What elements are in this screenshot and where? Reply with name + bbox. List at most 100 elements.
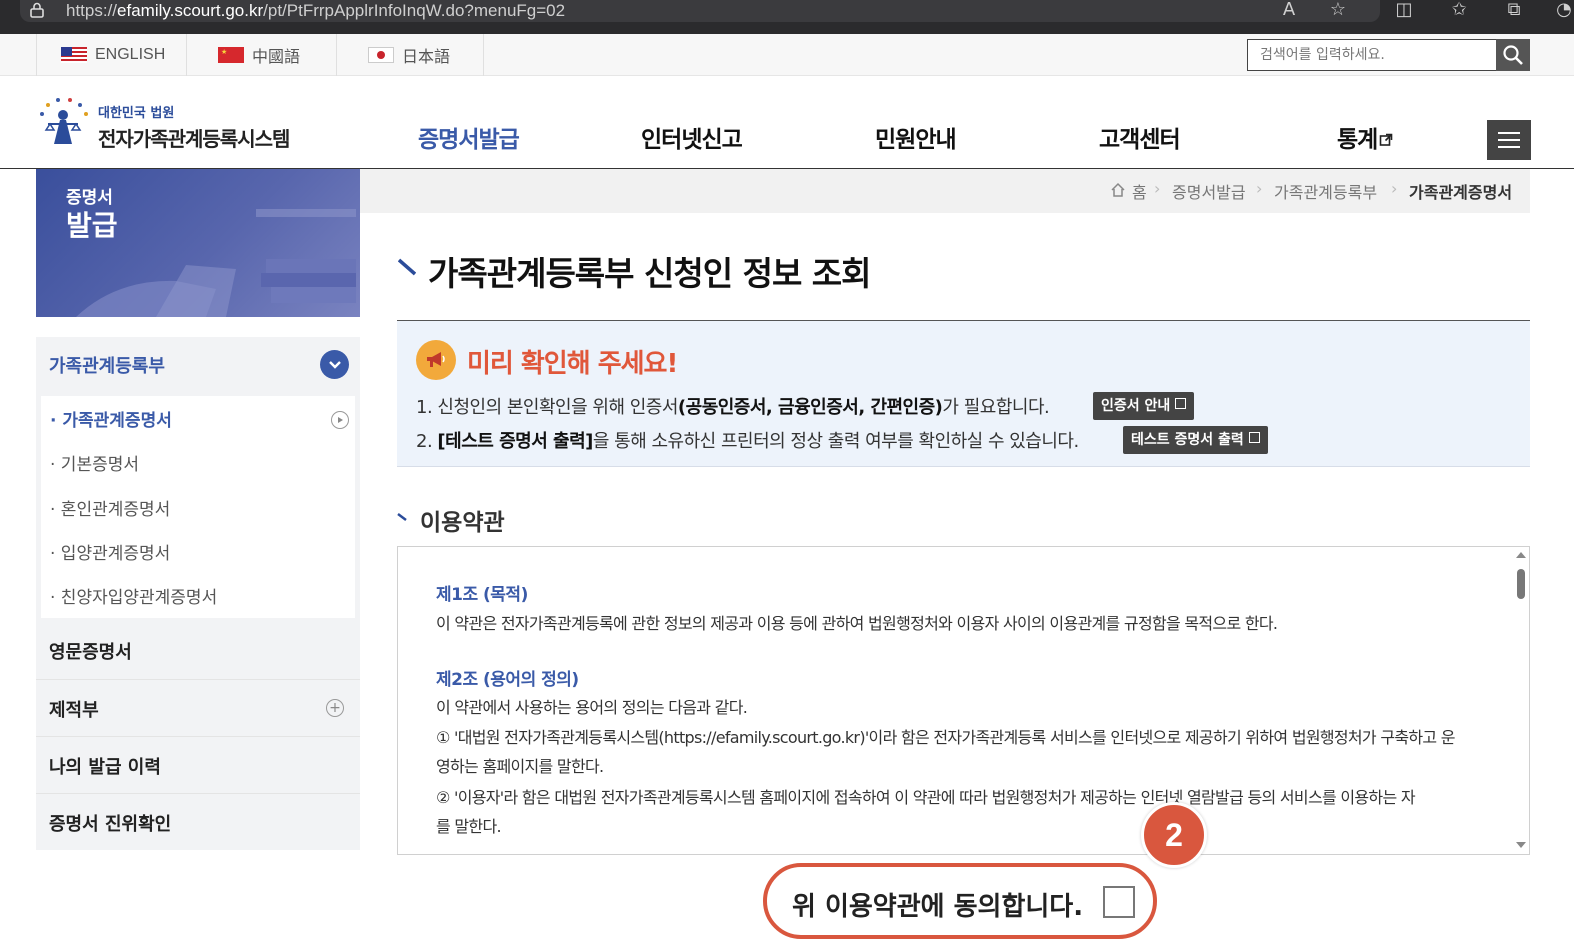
sidebar-row-label: 나의 발급 이력: [49, 757, 161, 778]
page-title: 가족관계등록부 신청인 정보 조회: [428, 254, 872, 293]
nav-certificate-issue[interactable]: 증명서발급: [418, 120, 520, 154]
banner-line2: 발급: [66, 209, 118, 242]
notice-line-2: 2. [테스트 증명서 출력]을 통해 소유하신 프린터의 정상 출력 여부를 …: [416, 427, 1079, 453]
external-link-icon: [1248, 432, 1260, 443]
banner-title: 증명서 발급: [66, 187, 118, 243]
breadcrumb-current: 가족관계증명서: [1409, 183, 1513, 202]
chevron-right-icon: ›: [1391, 179, 1398, 198]
lang-english[interactable]: ENGLISH: [36, 34, 187, 76]
search-icon: [1503, 45, 1523, 65]
play-circle-icon: [331, 411, 349, 429]
nav-customer-center[interactable]: 고객센터: [1099, 120, 1181, 154]
terms-article-2-item2-cont: 를 말한다.: [436, 817, 502, 836]
sidebar-submenu: · 가족관계증명서 · 기본증명서 · 혼인관계증명서 · 입양관계증명서 · …: [41, 396, 355, 618]
sidebar-row-label: 증명서 진위확인: [49, 814, 172, 835]
url-text[interactable]: https://efamily.scourt.go.kr/pt/PtFrrpAp…: [66, 1, 565, 21]
sidebar-group-label: 가족관계등록부: [49, 356, 165, 377]
breadcrumb-certificate[interactable]: 증명서발급: [1172, 179, 1246, 203]
home-icon[interactable]: [1110, 182, 1126, 198]
browser-toolbar: https://efamily.scourt.go.kr/pt/PtFrrpAp…: [0, 0, 1574, 34]
read-aloud-icon[interactable]: A: [1277, 0, 1301, 22]
split-screen-icon[interactable]: ◫: [1392, 0, 1416, 22]
url-prefix: https://: [66, 1, 118, 20]
external-link-icon: [1175, 398, 1187, 409]
plus-circle-icon[interactable]: +: [326, 699, 344, 717]
nav-statistics-label: 통계: [1337, 127, 1378, 153]
logo-subtitle: 대한민국 법원: [98, 106, 175, 121]
lang-label: 中國語: [252, 49, 301, 66]
terms-article-1-heading: 제1조 (목적): [436, 585, 528, 605]
search-input[interactable]: 검색어를 입력하세요.: [1247, 39, 1497, 71]
banner-line1: 증명서: [66, 188, 113, 208]
scroll-up-icon[interactable]: [1515, 551, 1527, 559]
url-path: /pt/PtFrrpApplrInfoInqW.do?menuFg=02: [263, 1, 566, 20]
sidebar-row-label: 영문증명서: [49, 642, 132, 663]
collections-icon[interactable]: ⧉: [1502, 0, 1526, 22]
sidebar-item-full-adoption-cert[interactable]: · 친양자입양관계증명서: [50, 583, 217, 608]
utility-bar: ENGLISH ★ 中國語 日本語 검색어를 입력하세요.: [0, 34, 1574, 76]
cert-guide-button[interactable]: 인증서 안내: [1093, 392, 1195, 420]
sidebar-item-english-cert[interactable]: 영문증명서: [36, 622, 360, 678]
terms-article-2-item2: ② '이용자'라 함은 대법원 전자가족관계등록시스템 홈페이지에 접속하여 이…: [436, 788, 1416, 807]
search-button[interactable]: [1496, 39, 1530, 71]
nav-internet-report[interactable]: 인터넷신고: [641, 120, 743, 154]
agree-checkbox[interactable]: [1103, 886, 1135, 918]
sidebar-item-basic-cert[interactable]: · 기본증명서: [50, 450, 139, 475]
terms-article-2-heading: 제2조 (용어의 정의): [436, 670, 579, 690]
section-mark-icon: [397, 513, 407, 521]
terms-article-2-body: 이 약관에서 사용하는 용어의 정의는 다음과 같다.: [436, 698, 748, 717]
chevron-right-icon: ›: [1256, 179, 1263, 198]
scroll-thumb[interactable]: [1517, 569, 1525, 599]
lang-japanese[interactable]: 日本語: [337, 34, 484, 76]
sidebar-banner: 증명서 발급: [36, 169, 360, 317]
china-flag-icon: ★: [218, 47, 244, 63]
notice-emphasis: (공동인증서, 금융인증서, 간편인증): [677, 397, 943, 418]
sidebar-menu: 가족관계등록부 · 가족관계증명서 · 기본증명서 · 혼인관계증명서 · 입양…: [36, 337, 360, 850]
notice-text: 을 통해 소유하신 프린터의 정상 출력 여부를 확인하실 수 있습니다.: [592, 431, 1079, 452]
terms-title: 이용약관: [420, 510, 505, 536]
terms-scroll-box[interactable]: 제1조 (목적) 이 약관은 전자가족관계등록에 관한 정보의 제공과 이용 등…: [397, 546, 1530, 855]
us-flag-icon: [61, 47, 87, 63]
agree-label: 위 이용약관에 동의합니다.: [792, 892, 1084, 922]
nav-statistics[interactable]: 통계: [1337, 120, 1393, 154]
terms-scrollbar[interactable]: [1512, 547, 1529, 854]
sidebar-item-issue-history[interactable]: 나의 발급 이력: [36, 736, 360, 792]
lock-icon: [30, 2, 44, 18]
logo-title: 전자가족관계등록시스템: [98, 127, 290, 151]
test-print-button[interactable]: 테스트 증명서 출력: [1123, 426, 1268, 454]
external-link-icon: [1380, 133, 1393, 146]
terms-article-1-body: 이 약관은 전자가족관계등록에 관한 정보의 제공과 이용 등에 관하여 법원행…: [436, 614, 1278, 633]
notice-emphasis: [테스트 증명서 출력]: [437, 431, 593, 452]
notice-text: 가 필요합니다.: [942, 397, 1050, 418]
chevron-down-icon[interactable]: [320, 350, 349, 379]
chevron-right-icon: ›: [1154, 179, 1161, 198]
url-domain: efamily.scourt.go.kr: [117, 1, 264, 20]
hamburger-menu-button[interactable]: [1487, 120, 1531, 160]
profile-icon[interactable]: ◔: [1552, 0, 1574, 22]
court-logo-icon: [40, 98, 88, 144]
site-header: 대한민국 법원 전자가족관계등록시스템 증명서발급 인터넷신고 민원안내 고객센…: [0, 76, 1574, 169]
breadcrumb-family-register[interactable]: 가족관계등록부: [1274, 179, 1377, 203]
sidebar-item-marriage-cert[interactable]: · 혼인관계증명서: [50, 495, 170, 520]
sidebar-group-family-register[interactable]: 가족관계등록부: [36, 337, 360, 393]
terms-agree-control[interactable]: 위 이용약관에 동의합니다.: [763, 863, 1157, 939]
nav-civil-guide[interactable]: 민원안내: [875, 120, 957, 154]
notice-title: 미리 확인해 주세요!: [467, 349, 678, 379]
favorites-icon[interactable]: ✩: [1447, 0, 1471, 22]
sidebar-item-removed-register[interactable]: 제적부 +: [36, 679, 360, 735]
sidebar-item-adoption-cert[interactable]: · 입양관계증명서: [50, 539, 170, 564]
terms-article-2-item1-cont: 영하는 홈페이지를 말한다.: [436, 757, 604, 776]
notice-line-1: 1. 신청인의 본인확인을 위해 인증서(공동인증서, 금융인증서, 간편인증)…: [416, 393, 1050, 419]
notice-box: 미리 확인해 주세요! 1. 신청인의 본인확인을 위해 인증서(공동인증서, …: [397, 320, 1530, 467]
lang-label: 日本語: [402, 49, 451, 66]
favorite-star-icon[interactable]: ☆: [1326, 0, 1350, 22]
lang-label: ENGLISH: [95, 46, 166, 63]
megaphone-icon: [416, 340, 456, 380]
breadcrumb: 홈 › 증명서발급 › 가족관계등록부 › 가족관계증명서: [360, 169, 1530, 213]
sidebar-item-family-relation-cert[interactable]: · 가족관계증명서: [50, 406, 172, 431]
sidebar-item-verify-cert[interactable]: 증명서 진위확인: [36, 793, 360, 849]
lang-chinese[interactable]: ★ 中國語: [187, 34, 337, 76]
site-logo[interactable]: 대한민국 법원 전자가족관계등록시스템: [36, 96, 316, 151]
breadcrumb-home[interactable]: 홈: [1132, 179, 1147, 203]
scroll-down-icon[interactable]: [1515, 841, 1527, 849]
